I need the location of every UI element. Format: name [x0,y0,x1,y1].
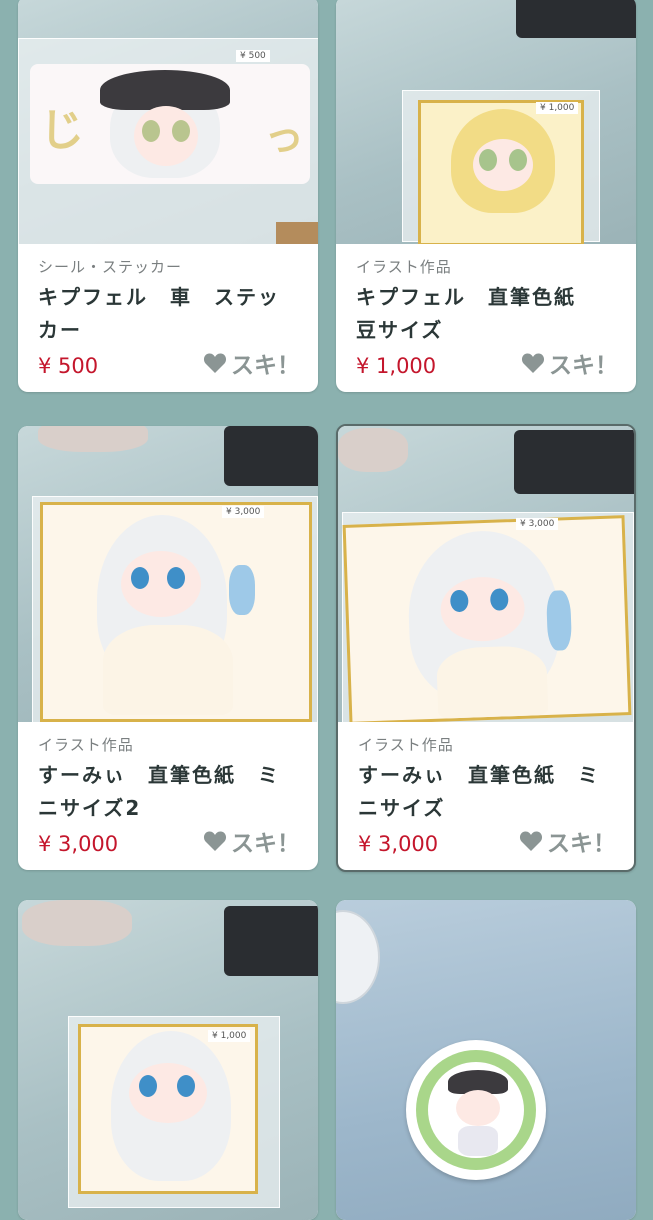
product-category: イラスト作品 [358,736,454,754]
character-eye [509,149,527,171]
character-eye [142,120,160,142]
keyboard-shape [514,430,634,494]
heart-icon [203,353,227,373]
heart-icon [521,353,545,373]
product-card[interactable]: ¥ 1,000 イラスト作品 キプフェル 直筆色紙 豆サイズ ¥ 1,000 ス… [336,0,636,392]
like-button[interactable]: スキ！ [203,346,300,380]
character-eye [167,567,185,589]
character-outfit [435,644,549,719]
keyboard-shape [516,0,636,38]
product-title[interactable]: キプフェル 直筆色紙 豆サイズ [356,281,616,347]
product-card-selected[interactable]: ¥ 3,000 イラスト作品 すーみぃ 直筆色紙 ミニサイズ ¥ 3,000 ス… [336,424,636,872]
product-price: ¥ 3,000 [358,832,439,856]
product-card[interactable]: ¥ 1,000 [18,900,318,1220]
product-price: ¥ 3,000 [38,832,119,856]
price-tag: ¥ 1,000 [208,1030,251,1042]
mouse-shape [22,900,132,946]
character-eye [131,567,149,589]
product-price: ¥ 500 [38,354,99,378]
product-photo[interactable] [336,900,636,1220]
like-label: スキ！ [549,353,618,379]
product-photo[interactable]: ¥ 1,000 [336,0,636,244]
price-tag: ¥ 3,000 [222,506,265,518]
product-title[interactable]: すーみぃ 直筆色紙 ミニサイズ2 [38,759,298,825]
price-tag: ¥ 500 [236,50,270,62]
can-badge [406,1040,546,1180]
like-label: スキ！ [231,831,300,857]
shikishi-board [78,1024,258,1194]
product-photo[interactable]: ¥ 3,000 [18,426,318,722]
like-button[interactable]: スキ！ [521,346,618,380]
sticker-text-art: っ [264,114,304,160]
product-title[interactable]: キプフェル 車 ステッカー [38,281,298,347]
like-button[interactable]: スキ！ [203,824,300,858]
keyboard-shape [224,426,318,486]
like-label: スキ！ [231,353,300,379]
product-card[interactable] [336,900,636,1220]
ribbon-bow [546,590,573,651]
character-eye [139,1075,157,1097]
product-category: イラスト作品 [38,736,134,754]
shikishi-board [40,502,312,722]
product-price: ¥ 1,000 [356,354,437,378]
mouse-shape [38,426,148,452]
wooden-board [276,222,318,244]
character-hat [100,70,230,110]
product-title[interactable]: すーみぃ 直筆色紙 ミニサイズ [358,759,614,825]
product-category: シール・ステッカー [38,258,183,276]
product-category: イラスト作品 [356,258,452,276]
sticker-art: じ っ [30,64,310,184]
price-tag: ¥ 1,000 [536,102,579,114]
character-outfit [103,625,233,715]
character-eye [479,149,497,171]
product-photo[interactable]: じ っ ¥ 500 [18,0,318,244]
character-eye [177,1075,195,1097]
product-photo[interactable]: ¥ 1,000 [18,900,318,1220]
product-photo[interactable]: ¥ 3,000 [338,426,634,722]
like-label: スキ！ [547,831,616,857]
heart-icon [203,831,227,851]
character-body [458,1126,498,1156]
ribbon-bow [229,565,255,615]
price-tag: ¥ 3,000 [516,518,559,530]
mouse-shape [338,428,408,472]
keyboard-shape [224,906,318,976]
product-card[interactable]: じ っ ¥ 500 シール・ステッカー キプフェル 車 ステッカー ¥ 500 … [18,0,318,392]
product-card[interactable]: ¥ 3,000 イラスト作品 すーみぃ 直筆色紙 ミニサイズ2 ¥ 3,000 … [18,426,318,870]
shikishi-board [418,100,584,244]
character-face [456,1090,500,1126]
heart-icon [519,831,543,851]
shikishi-board [342,515,632,722]
character-eye [172,120,190,142]
like-button[interactable]: スキ！ [519,824,616,858]
sticker-text-art: じ [40,105,84,156]
